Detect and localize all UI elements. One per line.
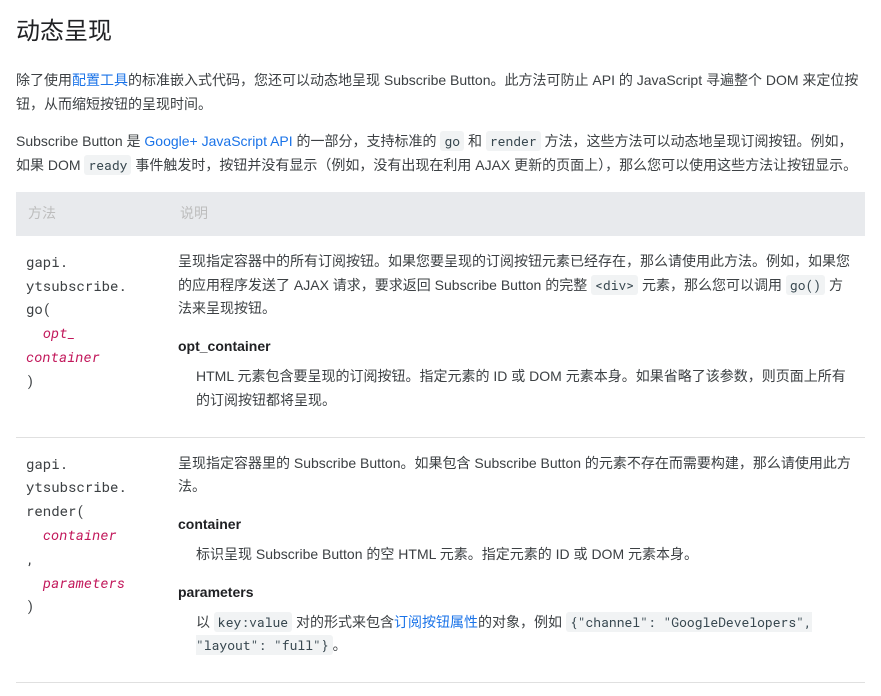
gplus-js-api-link[interactable]: Google+ JavaScript API <box>144 133 292 149</box>
param-name-opt-container: opt_container <box>178 335 853 359</box>
method-desc-render: 呈现指定容器里的 Subscribe Button。如果包含 Subscribe… <box>168 437 865 683</box>
section-heading: 动态呈现 <box>16 12 865 53</box>
param-body-container: 标识呈现 Subscribe Button 的空 HTML 元素。指定元素的 I… <box>196 543 853 567</box>
method-signature-render: gapi. ytsubscribe. render( container , p… <box>16 437 168 683</box>
text: 和 <box>464 133 486 149</box>
text: 以 <box>196 614 214 630</box>
code-go-fn: go() <box>786 275 825 295</box>
sig-text: , <box>26 549 43 592</box>
config-tool-link[interactable]: 配置工具 <box>72 72 128 88</box>
code-go: go <box>440 131 464 151</box>
sig-text: gapi. ytsubscribe. go( <box>26 252 127 342</box>
col-header-method: 方法 <box>16 192 168 236</box>
code-render: render <box>486 131 541 151</box>
code-div: <div> <box>591 275 638 295</box>
intro-paragraph-1: 除了使用配置工具的标准嵌入式代码，您还可以动态地呈现 Subscribe But… <box>16 69 865 117</box>
text: 的一部分，支持标准的 <box>293 133 441 149</box>
method-signature-go: gapi. ytsubscribe. go( opt_ container ) <box>16 236 168 437</box>
sig-var: container <box>43 525 117 544</box>
col-header-desc: 说明 <box>168 192 865 236</box>
methods-table: 方法 说明 gapi. ytsubscribe. go( opt_ contai… <box>16 192 865 683</box>
sig-text: ) <box>26 371 34 390</box>
subscribe-button-attributes-link[interactable]: 订阅按钮属性 <box>394 614 478 630</box>
desc-lead: 呈现指定容器里的 Subscribe Button。如果包含 Subscribe… <box>178 452 853 500</box>
text: 的对象，例如 <box>478 614 566 630</box>
table-row: gapi. ytsubscribe. go( opt_ container ) … <box>16 236 865 437</box>
sig-text: ) <box>26 596 34 615</box>
code-keyvalue: key:value <box>214 612 292 632</box>
method-desc-go: 呈现指定容器中的所有订阅按钮。如果您要呈现的订阅按钮元素已经存在，那么请使用此方… <box>168 236 865 437</box>
text: 事件触发时，按钮并没有显示（例如，没有出现在利用 AJAX 更新的页面上），那么… <box>131 157 857 173</box>
param-name-parameters: parameters <box>178 581 853 605</box>
intro-paragraph-2: Subscribe Button 是 Google+ JavaScript AP… <box>16 130 865 178</box>
desc-lead: 呈现指定容器中的所有订阅按钮。如果您要呈现的订阅按钮元素已经存在，那么请使用此方… <box>178 250 853 321</box>
param-body-parameters: 以 key:value 对的形式来包含订阅按钮属性的对象，例如 {"channe… <box>196 611 853 659</box>
text: 对的形式来包含 <box>292 614 394 630</box>
text: Subscribe Button 是 <box>16 133 144 149</box>
sig-var: parameters <box>43 573 125 592</box>
param-body-opt-container: HTML 元素包含要呈现的订阅按钮。指定元素的 ID 或 DOM 元素本身。如果… <box>196 365 853 413</box>
text: 的标准嵌入式代码，您还可以动态地呈现 Subscribe Button。此方法可… <box>16 72 858 112</box>
table-row: gapi. ytsubscribe. render( container , p… <box>16 437 865 683</box>
text: 元素，那么您可以调用 <box>638 277 786 293</box>
code-ready: ready <box>84 155 131 175</box>
text: 。 <box>333 637 347 653</box>
param-name-container: container <box>178 513 853 537</box>
text: 除了使用 <box>16 72 72 88</box>
